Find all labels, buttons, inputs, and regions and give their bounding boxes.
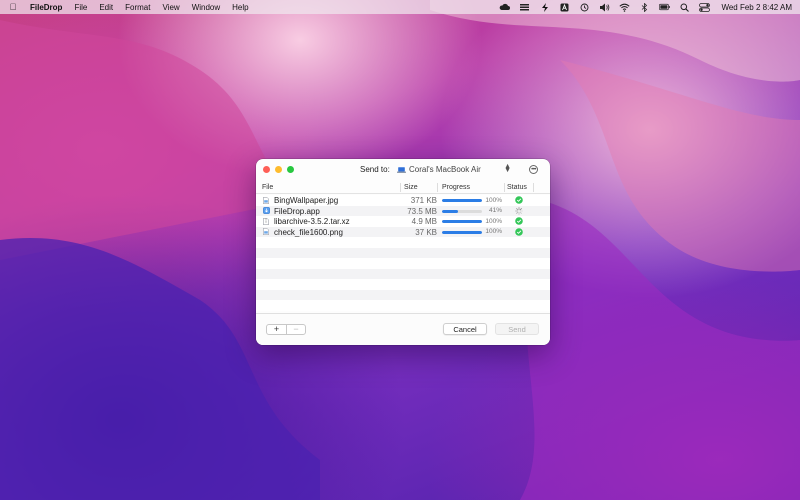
file-size: 37 KB: [415, 227, 437, 237]
send-to-label: Send to:: [360, 165, 390, 174]
archive-file-icon: [263, 217, 269, 225]
empty-row: [256, 247, 550, 258]
window-footer: + − Cancel Send: [256, 313, 550, 345]
menu-app-name[interactable]: FileDrop: [30, 3, 62, 12]
menu-clock[interactable]: Wed Feb 2 8:42 AM: [721, 3, 792, 12]
wifi-icon[interactable]: [619, 3, 630, 12]
menu-file[interactable]: File: [74, 3, 87, 12]
table-row[interactable]: libarchive-3.5.2.tar.xz 4.9 MB 100%: [256, 216, 550, 227]
empty-row: [256, 237, 550, 248]
cloud-icon[interactable]: [499, 3, 511, 12]
a-icon[interactable]: [559, 3, 570, 12]
cancel-button[interactable]: Cancel: [443, 323, 487, 335]
file-name: BingWallpaper.jpg: [274, 196, 339, 205]
progress-fill: [442, 230, 482, 234]
battery-icon[interactable]: [659, 3, 671, 12]
progress-fill: [442, 209, 459, 213]
menu-extras: Wed Feb 2 8:42 AM: [499, 2, 792, 12]
spinner-icon: [515, 206, 523, 215]
progress-bar: [442, 199, 482, 202]
bolt-icon[interactable]: [539, 2, 550, 12]
column-size[interactable]: Size: [404, 184, 418, 191]
file-size: 4.9 MB: [411, 217, 437, 226]
time-machine-icon[interactable]: [579, 3, 590, 12]
title-bar: Send to: Coral's MacBook Air ▲ ▼ •••: [256, 159, 550, 181]
checkmark-circle-icon: [515, 196, 523, 204]
progress-bar: [442, 230, 482, 234]
send-button[interactable]: Send: [495, 323, 539, 335]
file-table: File Size Progress Status BingWallpaper.…: [256, 181, 550, 313]
file-name: libarchive-3.5.2.tar.xz: [274, 217, 350, 226]
menu-view[interactable]: View: [162, 3, 179, 12]
empty-row: [256, 268, 550, 279]
column-divider: [437, 183, 438, 192]
search-icon[interactable]: [679, 3, 690, 12]
table-row[interactable]: BingWallpaper.jpg 371 KB 100%: [256, 195, 550, 206]
column-file[interactable]: File: [262, 184, 273, 191]
progress-bar: [442, 220, 482, 223]
menu-format[interactable]: Format: [125, 3, 150, 12]
file-name: check_file1600.png: [274, 227, 343, 237]
more-options-icon[interactable]: •••: [529, 165, 538, 174]
menu-bar:  FileDrop File Edit Format View Window …: [0, 0, 800, 14]
progress-fill: [442, 220, 482, 223]
minimize-button[interactable]: [275, 166, 282, 173]
progress-percent: 41%: [488, 207, 502, 214]
stack-icon[interactable]: [519, 3, 530, 12]
menu-edit[interactable]: Edit: [99, 3, 113, 12]
remove-file-button[interactable]: −: [285, 325, 305, 334]
filedrop-window: Send to: Coral's MacBook Air ▲ ▼ ••• File…: [256, 159, 550, 345]
progress-fill: [442, 199, 482, 202]
apple-menu-icon[interactable]: : [8, 2, 18, 12]
checkmark-circle-icon: [515, 217, 523, 225]
menu-window[interactable]: Window: [192, 3, 220, 12]
close-button[interactable]: [263, 166, 270, 173]
app-file-icon: [263, 207, 270, 214]
laptop-icon: [397, 166, 406, 173]
progress-percent: 100%: [485, 196, 502, 204]
progress-bar: [442, 209, 482, 213]
empty-row: [256, 300, 550, 311]
progress-percent: 100%: [485, 217, 502, 225]
device-name: Coral's MacBook Air: [409, 165, 481, 174]
table-header: File Size Progress Status: [256, 181, 550, 194]
column-divider: [533, 183, 534, 192]
empty-row: [256, 258, 550, 269]
add-file-button[interactable]: +: [267, 325, 286, 334]
image-file-icon: [263, 228, 269, 235]
progress-percent: 100%: [485, 228, 502, 235]
column-divider: [400, 183, 401, 192]
file-size: 371 KB: [410, 196, 437, 205]
bluetooth-icon[interactable]: [639, 2, 650, 12]
menu-help[interactable]: Help: [232, 3, 248, 12]
table-row[interactable]: FileDrop.app 73.5 MB 41%: [256, 205, 550, 216]
column-divider: [504, 183, 505, 192]
column-progress[interactable]: Progress: [442, 184, 470, 191]
checkmark-circle-icon: [515, 227, 523, 236]
device-select[interactable]: Coral's MacBook Air ▲ ▼: [397, 163, 515, 176]
column-status[interactable]: Status: [507, 184, 527, 191]
file-size: 73.5 MB: [407, 206, 437, 216]
empty-row: [256, 289, 550, 300]
volume-icon[interactable]: [599, 3, 610, 12]
chevron-updown-icon: ▲ ▼: [504, 163, 511, 174]
zoom-button[interactable]: [287, 166, 294, 173]
image-file-icon: [263, 196, 269, 204]
file-name: FileDrop.app: [274, 206, 320, 216]
control-center-icon[interactable]: [699, 2, 711, 12]
add-remove-control: + −: [266, 324, 306, 335]
empty-row: [256, 279, 550, 290]
table-row[interactable]: check_file1600.png 37 KB 100%: [256, 226, 550, 237]
table-body: BingWallpaper.jpg 371 KB 100% FileDrop.app 7…: [256, 195, 550, 311]
